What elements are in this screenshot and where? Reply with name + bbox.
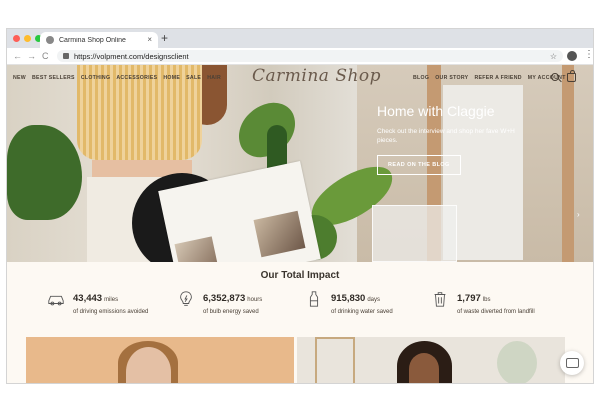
tab-title: Carmina Shop Online (59, 36, 126, 44)
minimize-window-button[interactable] (24, 35, 31, 42)
stat-description: of drinking water saved (331, 309, 393, 315)
stat-unit: hours (247, 297, 263, 303)
card-person-face (409, 353, 439, 383)
impact-stat: 6,352,873 hours of bulb energy saved (177, 288, 262, 315)
stat-number: 1,797 (457, 293, 481, 304)
impact-title: Our Total Impact (260, 270, 340, 281)
back-icon[interactable]: ← (13, 50, 22, 62)
scrollbar-thumb[interactable] (593, 95, 594, 175)
cart-icon[interactable] (567, 70, 576, 82)
trash-can-icon (434, 292, 446, 307)
nav-item-accessories[interactable]: ACCESSORIES (116, 75, 157, 81)
hero-subtitle: Check out the interview and shop her fav… (377, 128, 515, 144)
site-logo[interactable]: Carmina Shop (252, 66, 381, 86)
nav-item-new[interactable]: NEW (13, 75, 26, 81)
stat-number: 43,443 (73, 293, 103, 304)
nav-item-clothing[interactable]: CLOTHING (81, 75, 111, 81)
url-input[interactable]: https://volpment.com/designsclient ☆ (57, 50, 563, 62)
nav-item-our-story[interactable]: OUR STORY (435, 75, 468, 81)
lightbulb-icon (180, 291, 192, 306)
nav-item-blog[interactable]: BLOG (413, 75, 429, 81)
address-bar: ← → C https://volpment.com/designsclient… (7, 48, 593, 65)
impact-stat: 1,797 lbs of waste diverted from landfill (431, 288, 535, 315)
stat-unit: miles (104, 297, 119, 303)
impact-stat: 915,830 days of drinking water saved (305, 288, 393, 315)
promo-card-right[interactable] (297, 337, 565, 383)
bookmark-star-icon[interactable]: ☆ (550, 52, 557, 61)
hero-banner[interactable]: NEW BEST SELLERS CLOTHING ACCESSORIES HO… (7, 65, 593, 262)
browser-tab[interactable]: Carmina Shop Online × (40, 32, 158, 48)
carousel-next-icon[interactable]: › (577, 210, 580, 219)
nav-item-refer-a-friend[interactable]: REFER A FRIEND (474, 75, 521, 81)
url-text: https://volpment.com/designsclient (74, 51, 189, 61)
forward-icon[interactable]: → (27, 50, 36, 62)
stat-description: of waste diverted from landfill (457, 309, 535, 315)
stat-unit: days (367, 297, 381, 303)
window-controls (13, 35, 42, 42)
car-icon (48, 295, 64, 306)
nav-item-home[interactable]: HOME (163, 75, 180, 81)
nav-item-sale[interactable]: SALE (186, 75, 201, 81)
reload-icon[interactable]: C (42, 50, 49, 62)
tab-close-icon[interactable]: × (147, 36, 152, 44)
card-plant (497, 341, 537, 383)
lock-icon (63, 53, 69, 59)
stat-unit: lbs (482, 297, 491, 303)
site-navigation: NEW BEST SELLERS CLOTHING ACCESSORIES HO… (7, 65, 593, 91)
read-blog-button[interactable]: READ ON THE BLOG (377, 155, 461, 175)
nav-item-best-sellers[interactable]: BEST SELLERS (32, 75, 75, 81)
nav-right: BLOG OUR STORY REFER A FRIEND MY ACCOUNT (413, 75, 566, 81)
stat-number: 915,830 (331, 293, 366, 304)
card-window (315, 337, 355, 383)
chat-icon[interactable] (560, 351, 584, 375)
new-tab-button[interactable]: + (161, 31, 168, 45)
favicon-icon (46, 36, 54, 44)
hero-title: Home with Claggie (377, 103, 495, 119)
impact-stat: 43,443 miles of driving emissions avoided (47, 288, 148, 315)
nav-left: NEW BEST SELLERS CLOTHING ACCESSORIES HO… (13, 75, 221, 81)
browser-menu-icon[interactable]: ⋮ (584, 49, 593, 60)
stat-number: 6,352,873 (203, 293, 246, 304)
hero-bg-frame-right (562, 65, 574, 262)
scrollbar[interactable] (593, 65, 594, 384)
impact-section: Our Total Impact 43,443 miles of driving … (7, 262, 593, 337)
hero-plant-left (7, 125, 82, 220)
close-window-button[interactable] (13, 35, 20, 42)
browser-window: Carmina Shop Online × + ← → C https://vo… (6, 28, 594, 384)
stat-description: of bulb energy saved (203, 309, 259, 315)
web-page: NEW BEST SELLERS CLOTHING ACCESSORIES HO… (7, 65, 593, 383)
hero-text: Home with Claggie Check out the intervie… (377, 103, 517, 175)
water-bottle-icon (309, 291, 319, 307)
stat-description: of driving emissions avoided (73, 309, 149, 315)
profile-icon[interactable] (567, 51, 577, 61)
nav-item-hair[interactable]: HAIR (207, 75, 221, 81)
search-icon[interactable] (551, 73, 559, 81)
tab-bar: Carmina Shop Online × + (7, 29, 593, 48)
promo-card-left[interactable] (26, 337, 294, 383)
glass-table (372, 205, 457, 262)
